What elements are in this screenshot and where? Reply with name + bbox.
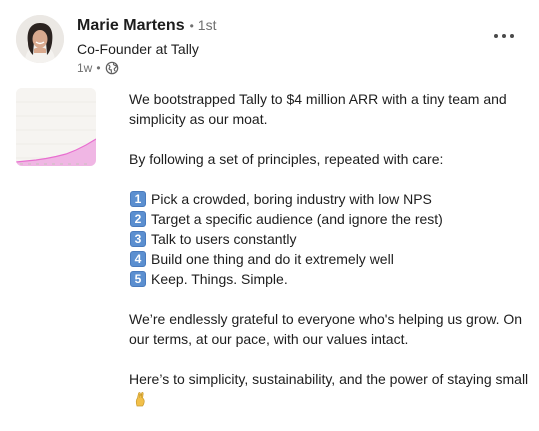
post-paragraph: We’re endlessly grateful to everyone who… xyxy=(129,311,523,347)
list-item: 1 Pick a crowded, boring industry with l… xyxy=(129,189,529,209)
post-image-thumbnail[interactable] xyxy=(16,88,96,166)
more-options-button[interactable] xyxy=(489,23,519,47)
list-item-text: Keep. Things. Simple. xyxy=(151,271,288,287)
keycap-number-icon: 5 xyxy=(130,271,146,287)
post-final-paragraph: Here’s to simplicity, sustainability, an… xyxy=(129,369,529,409)
post-meta: 1w • xyxy=(77,60,119,76)
principles-list: 1 Pick a crowded, boring industry with l… xyxy=(129,189,529,289)
avatar-photo xyxy=(16,15,64,63)
globe-icon xyxy=(105,61,119,75)
pinched-fingers-hand-icon xyxy=(133,391,147,407)
keycap-number-icon: 1 xyxy=(130,191,146,207)
keycap-number-icon: 3 xyxy=(130,231,146,247)
post-paragraph: We bootstrapped Tally to $4 million ARR … xyxy=(129,91,507,127)
post-header: Marie Martens • 1st Co-Founder at Tally … xyxy=(0,0,539,80)
author-line: Marie Martens • 1st xyxy=(77,17,216,39)
avatar[interactable] xyxy=(16,15,64,63)
post-paragraph: By following a set of principles, repeat… xyxy=(129,151,444,167)
connection-degree: 1st xyxy=(197,17,217,33)
growth-chart-graphic xyxy=(16,88,96,166)
post-final-text: Here’s to simplicity, sustainability, an… xyxy=(129,371,529,387)
more-horizontal-icon xyxy=(493,26,515,44)
author-separator: • xyxy=(189,19,194,33)
list-item: 3 Talk to users constantly xyxy=(129,229,529,249)
list-item: 2 Target a specific audience (and ignore… xyxy=(129,209,529,229)
keycap-number-icon: 2 xyxy=(130,211,146,227)
keycap-number-icon: 4 xyxy=(130,251,146,267)
list-item: 5 Keep. Things. Simple. xyxy=(129,269,529,289)
post-body: We bootstrapped Tally to $4 million ARR … xyxy=(129,89,529,429)
list-item-text: Target a specific audience (and ignore t… xyxy=(151,211,443,227)
list-item-text: Talk to users constantly xyxy=(151,231,297,247)
list-item-text: Pick a crowded, boring industry with low… xyxy=(151,191,432,207)
author-headline: Co-Founder at Tally xyxy=(77,41,199,57)
list-item: 4 Build one thing and do it extremely we… xyxy=(129,249,529,269)
author-name[interactable]: Marie Martens xyxy=(77,17,185,35)
post-time[interactable]: 1w xyxy=(77,61,92,75)
list-item-text: Build one thing and do it extremely well xyxy=(151,251,394,267)
meta-separator: • xyxy=(96,61,101,75)
